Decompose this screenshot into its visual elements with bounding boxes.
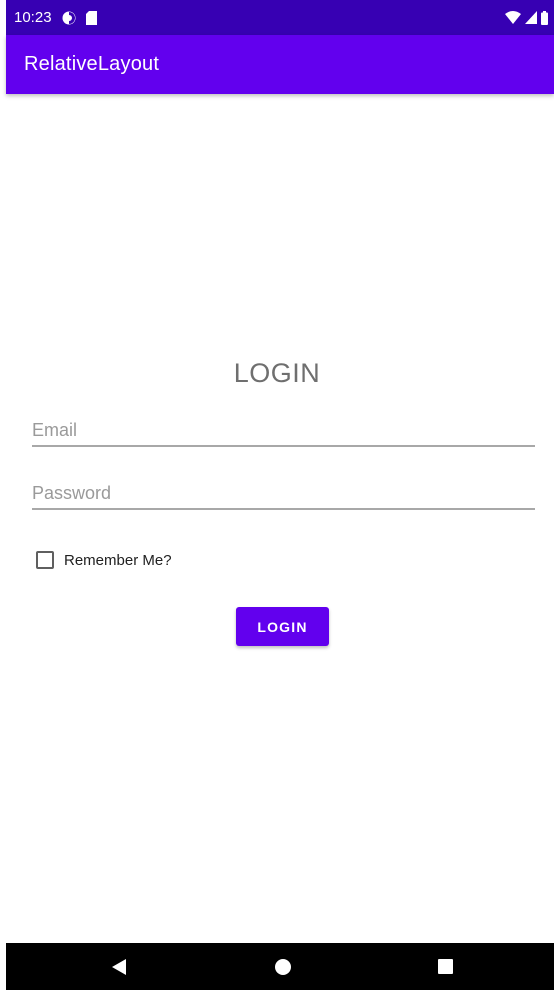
- cell-signal-icon: [525, 11, 537, 24]
- email-field[interactable]: [32, 415, 535, 445]
- password-field-container: [32, 478, 535, 510]
- app-title: RelativeLayout: [24, 53, 160, 75]
- recents-button[interactable]: [415, 943, 475, 990]
- status-bar: 10:23: [6, 0, 554, 35]
- remember-me-checkbox[interactable]: Remember Me?: [36, 551, 172, 569]
- status-left-group: 10:23: [14, 9, 97, 26]
- home-icon: [275, 958, 291, 975]
- sd-card-icon: [85, 10, 97, 25]
- battery-icon: [541, 10, 548, 25]
- home-button[interactable]: [253, 943, 313, 990]
- app-bar: RelativeLayout: [6, 35, 554, 94]
- wifi-icon: [505, 11, 521, 24]
- email-field-container: [32, 415, 535, 447]
- status-right-group: [505, 10, 548, 25]
- login-heading: LOGIN: [233, 358, 321, 388]
- login-button[interactable]: LOGIN: [236, 607, 329, 646]
- back-button[interactable]: [89, 943, 149, 990]
- navigation-bar: [6, 943, 554, 990]
- data-saver-icon: [62, 11, 76, 25]
- checkbox-icon[interactable]: [36, 551, 54, 569]
- app-screen: 10:23 RelativeLayout LOGIN Email Remembe…: [0, 0, 554, 990]
- status-time: 10:23: [14, 9, 52, 26]
- back-icon: [112, 958, 126, 975]
- remember-me-label: Remember Me?: [64, 551, 172, 569]
- password-field[interactable]: [32, 478, 535, 508]
- recents-icon: [437, 959, 453, 974]
